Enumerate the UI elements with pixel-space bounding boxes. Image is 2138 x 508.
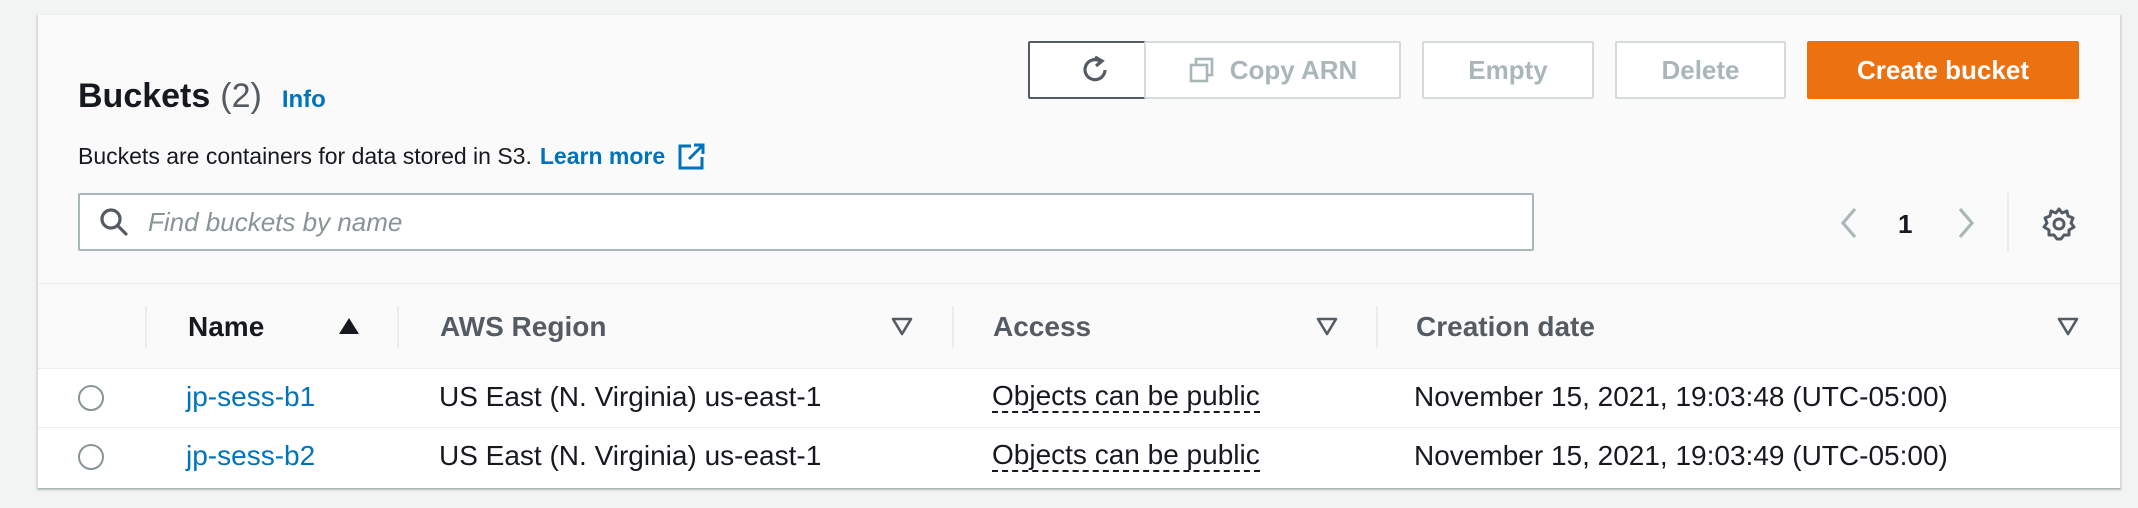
table-header: Name AWS Region Access Creation date — [38, 284, 2120, 369]
bucket-access[interactable]: Objects can be public — [992, 440, 1260, 472]
row-select-radio[interactable] — [78, 444, 104, 470]
create-bucket-button[interactable]: Create bucket — [1807, 41, 2079, 99]
page-title: Buckets — [78, 77, 211, 115]
bucket-access[interactable]: Objects can be public — [992, 381, 1260, 413]
column-separator — [952, 306, 954, 348]
column-header-region[interactable]: AWS Region — [440, 284, 606, 369]
panel-description: Buckets are containers for data stored i… — [78, 141, 707, 171]
column-header-access-label: Access — [993, 310, 1092, 342]
table-row: jp-sess-b2 US East (N. Virginia) us-east… — [38, 428, 2120, 487]
bucket-region: US East (N. Virginia) us-east-1 — [439, 440, 822, 471]
sort-icon[interactable] — [1315, 314, 1339, 338]
bucket-creation-date: November 15, 2021, 19:03:48 (UTC-05:00) — [1414, 381, 1948, 412]
next-page-icon[interactable] — [1950, 203, 1980, 243]
column-separator — [397, 306, 399, 348]
bucket-creation-date: November 15, 2021, 19:03:49 (UTC-05:00) — [1414, 440, 1948, 471]
bucket-region: US East (N. Virginia) us-east-1 — [439, 381, 822, 412]
info-link[interactable]: Info — [282, 86, 326, 114]
buckets-panel: Buckets (2) Info Buckets are containers … — [37, 15, 2121, 489]
title-row: Buckets (2) Info — [78, 77, 326, 117]
copy-arn-button[interactable]: Copy ARN — [1144, 41, 1401, 99]
refresh-button[interactable] — [1028, 41, 1162, 99]
search-box — [78, 193, 1534, 251]
delete-label: Delete — [1661, 54, 1740, 85]
bucket-count: (2) — [220, 77, 262, 115]
gear-icon[interactable] — [2041, 206, 2077, 242]
empty-button[interactable]: Empty — [1422, 41, 1594, 99]
column-separator — [1376, 306, 1378, 348]
column-header-name-label: Name — [188, 310, 265, 342]
delete-button[interactable]: Delete — [1615, 41, 1786, 99]
external-link-icon[interactable] — [677, 141, 707, 171]
bucket-name-link[interactable]: jp-sess-b2 — [186, 440, 315, 472]
create-bucket-label: Create bucket — [1857, 54, 2029, 85]
sort-icon[interactable] — [890, 314, 914, 338]
column-header-name[interactable]: Name — [188, 284, 264, 369]
panel-header: Buckets (2) Info Buckets are containers … — [38, 15, 2120, 284]
current-page[interactable]: 1 — [1898, 209, 1912, 240]
search-icon — [100, 208, 128, 236]
column-header-creation-date[interactable]: Creation date — [1416, 284, 1595, 369]
table-row: jp-sess-b1 US East (N. Virginia) us-east… — [38, 369, 2120, 428]
column-header-region-label: AWS Region — [440, 310, 607, 342]
column-header-access[interactable]: Access — [993, 284, 1091, 369]
learn-more-link[interactable]: Learn more — [540, 143, 665, 170]
sort-ascending-icon[interactable] — [337, 314, 361, 338]
sort-icon[interactable] — [2056, 314, 2080, 338]
bucket-name-link[interactable]: jp-sess-b1 — [186, 381, 315, 413]
description-text: Buckets are containers for data stored i… — [78, 142, 532, 169]
row-select-radio[interactable] — [78, 385, 104, 411]
search-input[interactable] — [146, 205, 1490, 239]
copy-arn-label: Copy ARN — [1229, 54, 1358, 85]
empty-label: Empty — [1468, 54, 1548, 85]
column-header-creation-date-label: Creation date — [1416, 310, 1595, 342]
pager-divider — [2007, 193, 2009, 251]
column-separator — [145, 306, 147, 348]
previous-page-icon[interactable] — [1835, 203, 1865, 243]
refresh-icon — [1083, 55, 1107, 82]
copy-icon — [1189, 57, 1214, 83]
